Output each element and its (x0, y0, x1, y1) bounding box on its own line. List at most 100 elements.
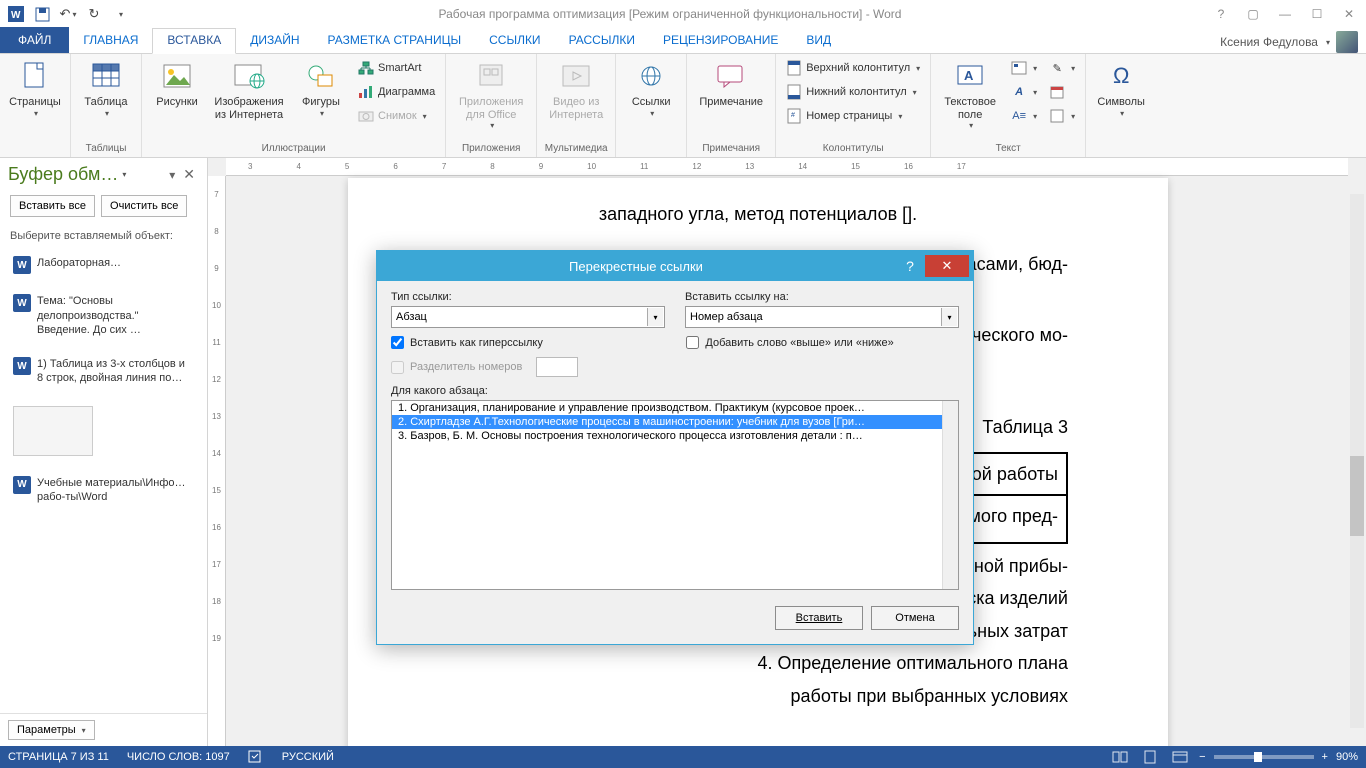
doc-text: западного угла, метод потенциалов []. (448, 198, 1068, 230)
chart-button[interactable]: Диаграмма (354, 80, 439, 104)
tab-вид[interactable]: ВИД (792, 29, 845, 53)
tab-разметка страницы[interactable]: РАЗМЕТКА СТРАНИЦЫ (314, 29, 476, 53)
tab-рассылки[interactable]: РАССЫЛКИ (555, 29, 649, 53)
clipboard-item[interactable]: WТема: "Основы делопроизводства." Введен… (6, 287, 201, 344)
tab-ссылки[interactable]: ССЫЛКИ (475, 29, 554, 53)
clipboard-title: Буфер обм… (8, 164, 118, 185)
redo-icon[interactable]: ↻ (82, 3, 106, 25)
smartart-button[interactable]: SmartArt (354, 56, 439, 80)
tab-главная[interactable]: ГЛАВНАЯ (69, 29, 152, 53)
clipboard-item[interactable]: WЛабораторная… (6, 249, 201, 281)
page-number-button[interactable]: #Номер страницы▾ (782, 104, 924, 128)
quickparts-button[interactable]: ▾ (1007, 56, 1041, 80)
online-pictures-button[interactable]: Изображения из Интернета (210, 56, 288, 121)
user-area[interactable]: Ксения Федулова ▾ (1220, 31, 1366, 53)
tab-file[interactable]: ФАЙЛ (0, 27, 69, 53)
zoom-out-icon[interactable]: − (1199, 751, 1205, 763)
scrollbar-thumb[interactable] (1350, 456, 1364, 536)
dropcap-button[interactable]: A≡▾ (1007, 104, 1041, 128)
insert-button[interactable]: Вставить (775, 606, 863, 630)
page-number-icon: # (786, 108, 802, 124)
cross-reference-dialog: Перекрестные ссылки ? ✕ Тип ссылки: Абза… (376, 250, 974, 645)
dialog-close-icon[interactable]: ✕ (925, 255, 969, 277)
ref-type-select[interactable]: Абзац▾ (391, 306, 665, 328)
language-indicator[interactable]: РУССКИЙ (282, 751, 334, 763)
pages-button[interactable]: Страницы▾ (6, 56, 64, 118)
tab-вставка[interactable]: ВСТАВКА (152, 28, 236, 54)
view-web-icon[interactable] (1169, 748, 1191, 766)
tab-рецензирование[interactable]: РЕЦЕНЗИРОВАНИЕ (649, 29, 792, 53)
vertical-scrollbar[interactable] (1348, 176, 1366, 746)
comment-button[interactable]: Примечание (693, 56, 769, 109)
clipboard-pane: Буфер обм… ▾ ▾ ✕ Вставить все Очистить в… (0, 158, 208, 746)
status-bar: СТРАНИЦА 7 ИЗ 11 ЧИСЛО СЛОВ: 1097 РУССКИ… (0, 746, 1366, 768)
shapes-button[interactable]: Фигуры▾ (292, 56, 350, 118)
zoom-slider[interactable] (1214, 755, 1314, 759)
page-indicator[interactable]: СТРАНИЦА 7 ИЗ 11 (8, 751, 109, 763)
cancel-button[interactable]: Отмена (871, 606, 959, 630)
list-item[interactable]: 1. Организация, планирование и управлени… (392, 401, 958, 415)
signature-button[interactable]: ✎▾ (1045, 56, 1079, 80)
object-button[interactable]: ▾ (1045, 104, 1079, 128)
insert-ref-select[interactable]: Номер абзаца▾ (685, 306, 959, 328)
textbox-button[interactable]: A Текстовое поле▾ (937, 56, 1003, 130)
dialog-title: Перекрестные ссылки (377, 259, 895, 274)
insert-all-button[interactable]: Вставить все (10, 195, 95, 217)
group-tables: Таблица▾ Таблицы (71, 54, 142, 157)
vertical-ruler[interactable]: 78910111213141516171819 (208, 176, 226, 746)
clipboard-item[interactable] (6, 399, 201, 463)
list-item[interactable]: 3. Базров, Б. М. Основы построения техно… (392, 429, 958, 443)
office-apps-button[interactable]: Приложения для Office▾ (452, 56, 530, 130)
screenshot-button[interactable]: Снимок▾ (354, 104, 439, 128)
chevron-down-icon[interactable]: ▾ (122, 170, 126, 179)
link-icon (635, 60, 667, 92)
save-icon[interactable] (30, 3, 54, 25)
word-count[interactable]: ЧИСЛО СЛОВ: 1097 (127, 751, 230, 763)
wordart-button[interactable]: A▾ (1007, 80, 1041, 104)
proofing-icon[interactable] (248, 749, 264, 766)
clear-all-button[interactable]: Очистить все (101, 195, 187, 217)
hyperlink-checkbox[interactable]: Вставить как гиперссылку (391, 336, 543, 349)
clipboard-item[interactable]: WУчебные материалы\Инфо… рабо-ты\Word (6, 469, 201, 512)
zoom-thumb[interactable] (1254, 752, 1262, 762)
symbols-button[interactable]: Ω Символы▾ (1092, 56, 1150, 118)
clipboard-item[interactable]: W1) Таблица из 3-х столбцов и 8 строк, д… (6, 350, 201, 393)
list-item[interactable]: 2. Схиртладзе А.Г.Технологические процес… (392, 415, 958, 429)
view-read-icon[interactable] (1109, 748, 1131, 766)
doc-text: работы при выбранных условиях (448, 680, 1068, 712)
word-app-icon[interactable]: W (4, 3, 28, 25)
qat-customize-icon[interactable]: ▾ (108, 3, 132, 25)
zoom-in-icon[interactable]: + (1322, 751, 1328, 763)
horizontal-ruler[interactable]: 34567891011121314151617 (226, 158, 1348, 176)
zoom-level[interactable]: 90% (1336, 751, 1358, 763)
chevron-down-icon: ▾ (941, 308, 957, 326)
footer-button[interactable]: Нижний колонтитул▾ (782, 80, 924, 104)
links-button[interactable]: Ссылки▾ (622, 56, 680, 118)
doc-text: 4. Определение оптимального плана (448, 647, 1068, 679)
clipboard-options-button[interactable]: Параметры▾ (8, 720, 95, 740)
close-icon[interactable]: ✕ (1336, 4, 1362, 24)
listbox-scrollbar[interactable] (942, 401, 958, 589)
dialog-titlebar[interactable]: Перекрестные ссылки ? ✕ (377, 251, 973, 281)
view-print-icon[interactable] (1139, 748, 1161, 766)
online-video-button[interactable]: Видео из Интернета (543, 56, 609, 121)
datetime-button[interactable] (1045, 80, 1079, 104)
word-doc-icon: W (13, 256, 31, 274)
group-label-headers: Колонтитулы (782, 141, 924, 157)
paragraph-listbox[interactable]: 1. Организация, планирование и управлени… (391, 400, 959, 590)
above-below-checkbox[interactable]: Добавить слово «выше» или «ниже» (686, 336, 959, 349)
pin-icon[interactable]: ▾ (165, 168, 179, 182)
tab-дизайн[interactable]: ДИЗАЙН (236, 29, 313, 53)
pictures-button[interactable]: Рисунки (148, 56, 206, 109)
help-icon[interactable]: ? (1208, 4, 1234, 24)
table-button[interactable]: Таблица▾ (77, 56, 135, 118)
undo-icon[interactable]: ↶▾ (56, 3, 80, 25)
close-pane-icon[interactable]: ✕ (179, 166, 199, 183)
dialog-help-icon[interactable]: ? (895, 258, 925, 274)
clipboard-thumb (13, 406, 93, 456)
clipboard-items: WЛабораторная… WТема: "Основы делопроизво… (0, 249, 207, 713)
header-button[interactable]: Верхний колонтитул▾ (782, 56, 924, 80)
ribbon-display-icon[interactable]: ▢ (1240, 4, 1266, 24)
maximize-icon[interactable]: ☐ (1304, 4, 1330, 24)
minimize-icon[interactable]: — (1272, 4, 1298, 24)
